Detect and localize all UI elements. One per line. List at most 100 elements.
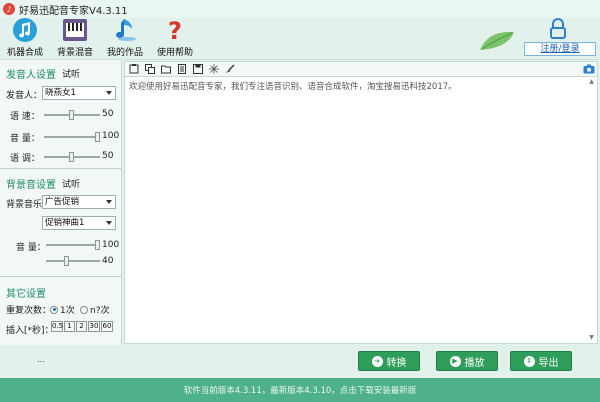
scroll-up-arrow-icon[interactable]: ▲: [587, 78, 596, 86]
open-file-icon[interactable]: [161, 64, 171, 74]
export-label: 导出: [538, 357, 559, 369]
app-logo-icon: ♪: [3, 3, 15, 15]
svg-text:?: ?: [168, 17, 182, 43]
slider-thumb[interactable]: [95, 240, 100, 250]
music-track-select[interactable]: 促销神曲1: [42, 216, 116, 230]
bg-volume2-value: 40: [102, 256, 114, 266]
insert-60s-button[interactable]: 60: [101, 321, 113, 332]
status-indicator: ...: [37, 355, 45, 364]
export-button[interactable]: ⇩ 导出: [510, 351, 572, 371]
divider: [0, 168, 122, 169]
scroll-down-arrow-icon[interactable]: ▼: [587, 334, 596, 342]
camera-icon[interactable]: [583, 64, 595, 74]
bg-volume-slider[interactable]: [46, 240, 100, 250]
convert-button[interactable]: ➜ 转换: [358, 351, 420, 371]
insert-1s-button[interactable]: 1: [64, 321, 75, 332]
convert-label: 转换: [386, 357, 407, 369]
slider-thumb[interactable]: [69, 152, 74, 162]
music-note-icon: [12, 17, 38, 43]
speed-value: 50: [102, 109, 114, 119]
copy-icon[interactable]: [145, 64, 155, 74]
insert-30s-button[interactable]: 30: [88, 321, 100, 332]
music-track-value: 促销神曲1: [45, 218, 85, 228]
speaker-select[interactable]: 晓燕女1: [42, 86, 116, 100]
chevron-down-icon: [106, 91, 112, 95]
volume-value: 100: [102, 131, 120, 141]
slider-thumb[interactable]: [69, 110, 74, 120]
pitch-value: 50: [102, 151, 114, 161]
chevron-down-icon: [106, 200, 112, 204]
version-footer[interactable]: 软件当前版本4.3.11，最新版本4.3.10，点击下载安装最新版: [0, 378, 600, 402]
play-label: 播放: [464, 357, 485, 369]
repeat-once-radio[interactable]: 1次: [50, 303, 75, 316]
speaker-trial-link[interactable]: 试听: [62, 67, 80, 80]
section-title: 其它设置: [6, 289, 46, 300]
slider-thumb[interactable]: [64, 256, 69, 266]
section-title: 背景音设置: [6, 180, 56, 191]
divider: [0, 276, 122, 277]
background-music-label: 背景音乐: [6, 200, 43, 210]
main-toolbar: 机器合成 背景混音 我的作品 ? 使用帮助 注册/登录: [0, 17, 600, 60]
insert-2s-button[interactable]: 2: [76, 321, 87, 332]
slider-thumb[interactable]: [95, 132, 100, 142]
editor-toolbar: [124, 61, 598, 76]
speed-slider[interactable]: [44, 110, 100, 120]
speaker-label: 发音人：: [6, 91, 43, 101]
pitch-slider[interactable]: [44, 152, 100, 162]
slider-track: [46, 260, 100, 262]
speed-label: 语 速：: [10, 112, 40, 122]
lock-icon[interactable]: [548, 18, 568, 43]
slider-track: [44, 136, 100, 138]
music-works-icon: [112, 17, 138, 43]
bg-volume-label: 音 量：: [16, 243, 46, 253]
insert-label: 插入[*秒]：: [6, 326, 54, 336]
radio-dot: [50, 305, 58, 314]
background-mix-button[interactable]: 背景混音: [52, 18, 98, 60]
piano-icon: [62, 17, 88, 43]
volume-slider[interactable]: [44, 132, 100, 142]
title-bar: ♪ 好易迅配音专家V4.3.11: [0, 0, 600, 18]
bg-volume-value: 100: [102, 240, 120, 250]
chevron-down-icon: [106, 221, 112, 225]
clear-brush-icon[interactable]: [225, 64, 235, 74]
background-trial-link[interactable]: 试听: [62, 177, 80, 190]
repeat-n-radio[interactable]: n?次: [80, 303, 109, 316]
insert-0.5s-button[interactable]: 0.5: [51, 321, 63, 332]
toolbar-label: 机器合成: [6, 48, 43, 58]
music-category-value: 广告促销: [45, 197, 80, 207]
toolbar-label: 使用帮助: [156, 48, 193, 58]
speaker-settings-heading: 发音人设置 试听: [6, 66, 80, 81]
section-title: 发音人设置: [6, 70, 56, 81]
pitch-label: 语 调：: [10, 154, 40, 164]
convert-arrow-icon: ➜: [371, 355, 383, 367]
toolbar-label: 我的作品: [106, 48, 143, 58]
toolbar-label: 背景混音: [56, 48, 93, 58]
paste-icon[interactable]: [129, 64, 139, 74]
editor-content[interactable]: 欢迎使用好易迅配音专家，我们专注语音识别、语音合成软件，淘宝搜易迅科技2017。: [129, 80, 457, 92]
save-icon[interactable]: [193, 64, 203, 74]
window-title: 好易迅配音专家V4.3.11: [19, 5, 128, 17]
sparkle-icon[interactable]: [209, 64, 219, 74]
other-settings-heading: 其它设置: [6, 285, 46, 300]
machine-synthesis-button[interactable]: 机器合成: [2, 18, 48, 60]
export-icon: ⇩: [523, 355, 535, 367]
text-editor[interactable]: 欢迎使用好易迅配音专家，我们专注语音识别、语音合成软件，淘宝搜易迅科技2017。…: [124, 76, 598, 344]
register-login-link[interactable]: 注册/登录: [524, 42, 596, 56]
leaf-decoration-icon: [478, 28, 518, 55]
bg-volume2-slider[interactable]: [46, 256, 100, 266]
background-settings-heading: 背景音设置 试听: [6, 176, 80, 191]
repeat-n-label: n?次: [90, 306, 110, 316]
app-window: ♪ 好易迅配音专家V4.3.11 机器合成 背景混音 我的作品 ? 使用帮助 注…: [0, 0, 600, 402]
settings-panel: 发音人设置 试听 发音人： 晓燕女1 语 速： 50 音 量： 100 语 调：…: [0, 60, 122, 345]
help-button[interactable]: ? 使用帮助: [152, 17, 198, 60]
version-text[interactable]: 软件当前版本4.3.11，最新版本4.3.10，点击下载安装最新版: [184, 384, 417, 396]
repeat-once-label: 1次: [60, 306, 75, 316]
volume-label: 音 量：: [10, 134, 40, 144]
document-icon[interactable]: [177, 64, 187, 74]
play-button[interactable]: ▶ 播放: [436, 351, 498, 371]
my-works-button[interactable]: 我的作品: [102, 18, 148, 60]
repeat-label: 重复次数：: [6, 306, 52, 316]
question-mark-icon: ?: [162, 17, 188, 43]
speaker-select-value: 晓燕女1: [45, 88, 76, 98]
music-category-select[interactable]: 广告促销: [42, 195, 116, 209]
